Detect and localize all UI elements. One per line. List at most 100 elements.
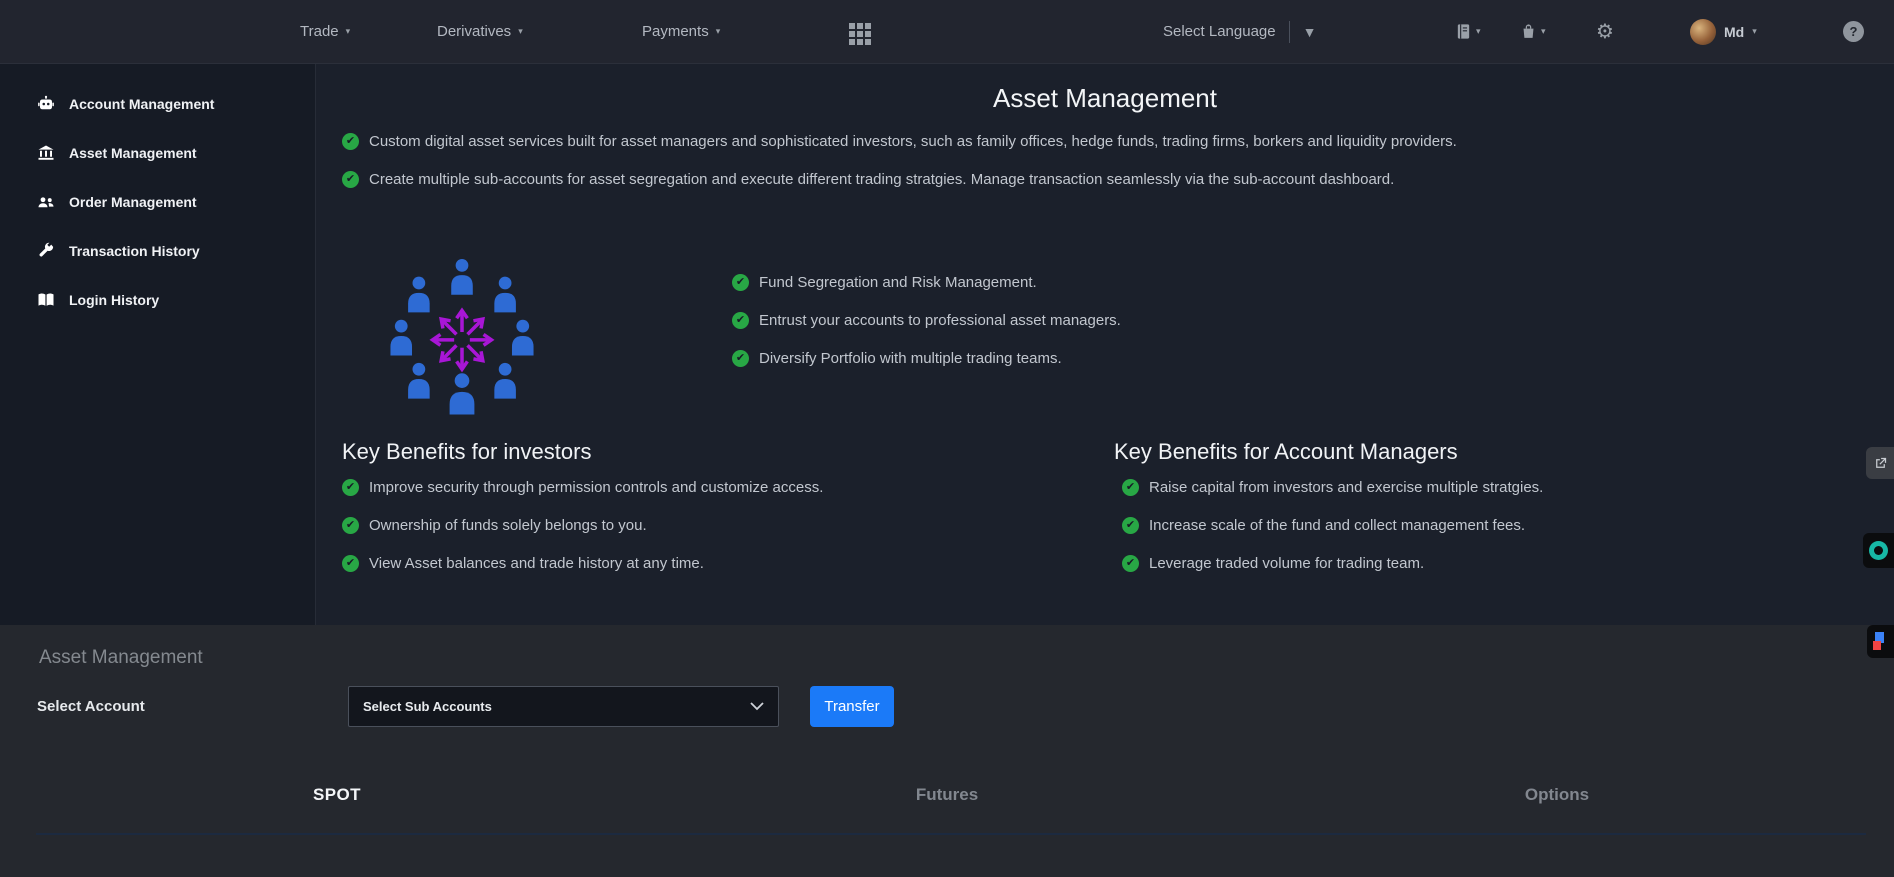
- nav-trade-label: Trade: [300, 23, 339, 40]
- sidebar-item-account-management[interactable]: Account Management: [0, 79, 315, 128]
- sidebar-item-label: Order Management: [69, 193, 197, 210]
- language-selector-label: Select Language: [1163, 23, 1276, 40]
- sidebar-item-label: Account Management: [69, 95, 215, 112]
- wrench-icon: [39, 242, 54, 256]
- check-icon: ✔: [1122, 479, 1139, 496]
- nav-derivatives-label: Derivatives: [437, 23, 512, 40]
- intro-bullet: ✔ Create multiple sub-accounts for asset…: [342, 171, 1394, 188]
- nav-derivatives[interactable]: Derivatives ▾: [437, 0, 523, 63]
- nav-payments[interactable]: Payments ▾: [642, 0, 720, 63]
- caret-down-icon: ▾: [1752, 26, 1757, 36]
- sidebar-item-label: Asset Management: [69, 144, 197, 161]
- caret-down-icon: ▾: [518, 26, 523, 36]
- investor-benefit-bullet: ✔ Improve security through permission co…: [342, 479, 823, 496]
- feature-bullet-text: Fund Segregation and Risk Management.: [759, 274, 1037, 291]
- feature-bullet-text: Diversify Portfolio with multiple tradin…: [759, 350, 1062, 367]
- check-icon: ✔: [342, 517, 359, 534]
- tabs-divider: [36, 833, 1866, 835]
- robot-icon: [38, 95, 54, 109]
- chevron-down-icon: [750, 702, 764, 711]
- benefits-investors-heading: Key Benefits for investors: [342, 439, 592, 464]
- help-button[interactable]: ?: [1843, 0, 1864, 63]
- feature-bullet: ✔ Diversify Portfolio with multiple trad…: [732, 350, 1062, 367]
- check-icon: ✔: [342, 133, 359, 150]
- caret-down-filled-icon: ▼: [1302, 23, 1317, 40]
- main-content: Asset Management ✔ Custom digital asset …: [316, 63, 1894, 625]
- check-icon: ✔: [1122, 555, 1139, 572]
- caret-down-icon: ▾: [345, 26, 351, 36]
- transfer-panel: Asset Management Select Account Select S…: [0, 625, 1894, 877]
- external-link-icon: [1875, 457, 1886, 468]
- teal-extension-icon: [1869, 541, 1888, 560]
- check-icon: ✔: [732, 312, 749, 329]
- topbar: Trade ▾ Derivatives ▾ Payments ▾ Select …: [0, 0, 1894, 64]
- orders-menu-button[interactable]: ▾: [1455, 0, 1481, 63]
- sidebar-item-login-history[interactable]: Login History: [0, 275, 315, 324]
- caret-down-icon: ▾: [1541, 26, 1546, 36]
- investor-benefit-text: Improve security through permission cont…: [369, 479, 824, 496]
- sidebar-item-label: Transaction History: [69, 242, 200, 259]
- investor-benefit-text: Ownership of funds solely belongs to you…: [369, 517, 647, 534]
- capture-extension-widget[interactable]: [1867, 625, 1894, 658]
- tab-options[interactable]: Options: [1252, 785, 1862, 805]
- feature-bullet: ✔ Fund Segregation and Risk Management.: [732, 274, 1037, 291]
- investor-benefit-bullet: ✔ Ownership of funds solely belongs to y…: [342, 517, 647, 534]
- tab-spot[interactable]: SPOT: [32, 785, 642, 805]
- manager-benefit-text: Raise capital from investors and exercis…: [1149, 479, 1544, 496]
- check-icon: ✔: [342, 555, 359, 572]
- bank-icon: [38, 145, 54, 160]
- feature-bullet: ✔ Entrust your accounts to professional …: [732, 312, 1121, 329]
- settings-button[interactable]: ⚙: [1596, 0, 1614, 63]
- nav-payments-label: Payments: [642, 23, 709, 40]
- journal-icon: [1457, 24, 1470, 39]
- divider: [1288, 20, 1290, 43]
- transfer-panel-heading: Asset Management: [39, 647, 203, 668]
- users-icon: [38, 196, 54, 207]
- avatar: [1690, 18, 1716, 45]
- asset-management-illustration: [390, 259, 534, 415]
- bag-icon: [1523, 24, 1534, 38]
- sidebar-item-order-management[interactable]: Order Management: [0, 177, 315, 226]
- language-selector[interactable]: Select Language ▼: [1163, 0, 1316, 63]
- sub-accounts-select[interactable]: Select Sub Accounts: [348, 686, 779, 727]
- nav-trade[interactable]: Trade ▾: [300, 0, 350, 63]
- apps-grid-icon[interactable]: [849, 23, 871, 45]
- feature-bullet-text: Entrust your accounts to professional as…: [759, 312, 1121, 329]
- sidebar-item-transaction-history[interactable]: Transaction History: [0, 226, 315, 275]
- app-screen: Trade ▾ Derivatives ▾ Payments ▾ Select …: [0, 0, 1894, 877]
- investor-benefit-bullet: ✔ View Asset balances and trade history …: [342, 555, 704, 572]
- page-title: Asset Management: [992, 83, 1217, 113]
- red-square-icon: [1873, 641, 1881, 650]
- sidebar-item-asset-management[interactable]: Asset Management: [0, 128, 315, 177]
- open-book-icon: [38, 292, 54, 306]
- manager-benefit-bullet: ✔ Leverage traded volume for trading tea…: [1122, 555, 1424, 572]
- check-icon: ✔: [732, 350, 749, 367]
- intro-bullet-text: Custom digital asset services built for …: [369, 133, 1457, 150]
- sidebar: Account Management Asset Management Orde…: [0, 63, 316, 625]
- username: Md: [1724, 23, 1745, 40]
- help-icon: ?: [1843, 21, 1864, 42]
- check-icon: ✔: [342, 171, 359, 188]
- select-account-label: Select Account: [37, 698, 145, 715]
- transfer-button[interactable]: Transfer: [810, 686, 894, 727]
- manager-benefit-bullet: ✔ Raise capital from investors and exerc…: [1122, 479, 1543, 496]
- check-icon: ✔: [342, 479, 359, 496]
- user-menu[interactable]: Md ▾: [1690, 0, 1757, 63]
- intro-bullet-text: Create multiple sub-accounts for asset s…: [369, 171, 1395, 188]
- tab-futures[interactable]: Futures: [642, 785, 1252, 805]
- caret-down-icon: ▾: [1476, 26, 1481, 36]
- manager-benefit-text: Increase scale of the fund and collect m…: [1149, 517, 1526, 534]
- check-icon: ✔: [732, 274, 749, 291]
- gear-icon: ⚙: [1596, 21, 1614, 43]
- sub-accounts-select-value: Select Sub Accounts: [363, 699, 492, 714]
- asset-tabs: SPOT Futures Options: [32, 785, 1862, 805]
- manager-benefit-bullet: ✔ Increase scale of the fund and collect…: [1122, 517, 1525, 534]
- wallet-menu-button[interactable]: ▾: [1520, 0, 1546, 63]
- external-link-widget[interactable]: [1866, 447, 1894, 479]
- investor-benefit-text: View Asset balances and trade history at…: [369, 555, 704, 572]
- teal-extension-widget[interactable]: [1863, 533, 1894, 568]
- manager-benefit-text: Leverage traded volume for trading team.: [1149, 555, 1425, 572]
- benefits-managers-heading: Key Benefits for Account Managers: [1114, 439, 1458, 464]
- check-icon: ✔: [1122, 517, 1139, 534]
- caret-down-icon: ▾: [715, 26, 721, 36]
